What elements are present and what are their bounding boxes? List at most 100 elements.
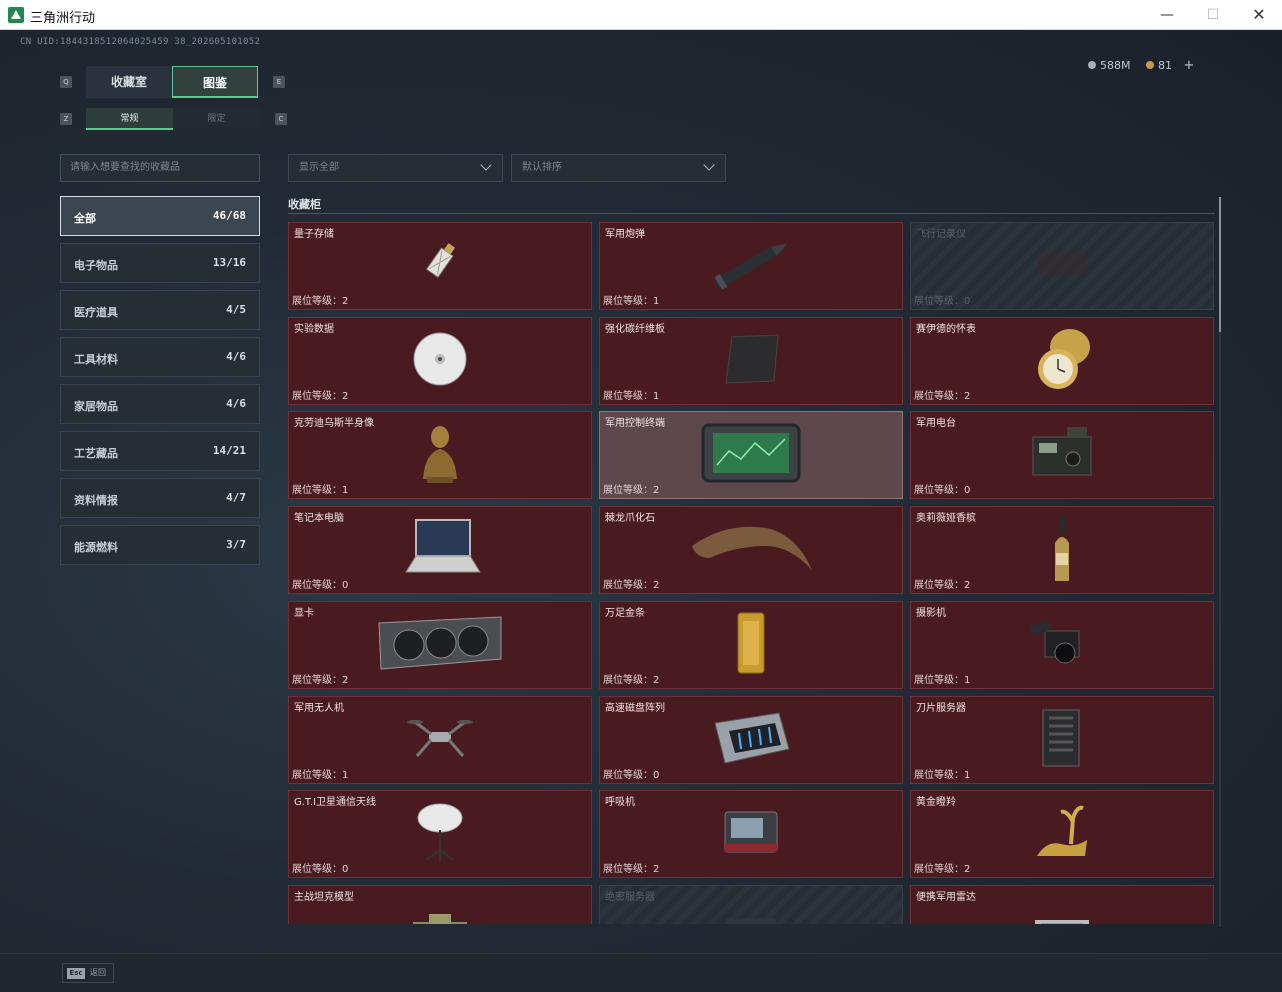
scrollbar-thumb[interactable] — [1219, 197, 1221, 332]
collection-card[interactable]: 强化碳纤维板 展位等级：1 — [599, 316, 903, 405]
collection-card[interactable]: 克劳迪乌斯半身像 展位等级：1 — [288, 411, 592, 500]
collection-card[interactable]: 万足金条 展位等级：2 — [599, 600, 903, 689]
key-hint-c: C — [275, 113, 287, 125]
category-item[interactable]: 全部 46/68 — [60, 196, 260, 236]
collection-card[interactable]: 笔记本电脑 展位等级：0 — [288, 506, 592, 595]
collection-card[interactable]: 显卡展位等级：2 — [288, 600, 592, 689]
maximize-button[interactable]: ☐ — [1190, 0, 1236, 30]
item-name: 黄金瞪羚 — [916, 797, 956, 809]
level-value: 2 — [964, 390, 971, 402]
show-filter-value: 显示全部 — [299, 162, 339, 173]
category-item[interactable]: 资料情报 4/7 — [60, 478, 260, 518]
category-count: 3/7 — [226, 538, 246, 551]
collection-card[interactable]: 军用炮弹 展位等级：1 — [599, 222, 903, 310]
collection-card[interactable]: 量子存储 展位等级：2 — [288, 222, 592, 310]
tab-atlas[interactable]: 图鉴 — [172, 66, 258, 98]
search-input[interactable]: 请输入想要查找的收藏品 — [60, 154, 260, 182]
category-item[interactable]: 能源燃料 3/7 — [60, 525, 260, 565]
item-name: 军用无人机 — [294, 702, 344, 714]
drone-icon — [405, 710, 475, 770]
item-name: 克劳迪乌斯半身像 — [294, 418, 374, 430]
level-prefix: 展位等级： — [292, 580, 342, 592]
collection-card[interactable]: 奥莉薇娅香槟 展位等级：2 — [910, 506, 1214, 595]
collection-card[interactable]: 呼吸机 展位等级：2 — [599, 790, 903, 879]
collection-card[interactable]: 绝密服务器 — [599, 884, 903, 924]
category-item[interactable]: 医疗道具 4/5 — [60, 290, 260, 330]
category-count: 46/68 — [212, 209, 246, 222]
bottom-bar: Esc 返回 — [0, 953, 1282, 992]
level-prefix: 展位等级： — [914, 580, 964, 592]
level-value: 1 — [653, 296, 660, 307]
category-item[interactable]: 工具材料 4/6 — [60, 337, 260, 377]
item-name: 飞行记录仪 — [916, 229, 966, 240]
control-terminal-icon — [699, 421, 803, 489]
item-level: 展位等级：2 — [914, 860, 970, 875]
item-level: 展位等级：1 — [914, 671, 970, 686]
collection-card[interactable]: 军用电台 展位等级：0 — [910, 411, 1214, 500]
item-level: 展位等级：0 — [292, 860, 348, 875]
collection-card[interactable]: 飞行记录仪 展位等级：0 — [910, 222, 1214, 310]
level-prefix: 展位等级： — [603, 769, 653, 781]
collection-card[interactable]: 军用无人机 展位等级：1 — [288, 695, 592, 784]
collection-card[interactable]: 实验数据 展位等级：2 — [288, 316, 592, 405]
app-logo-icon — [8, 7, 24, 23]
sort-value: 默认排序 — [522, 162, 562, 173]
collection-card[interactable]: 摄影机 展位等级：1 — [910, 600, 1214, 689]
category-item[interactable]: 工艺藏品 14/21 — [60, 431, 260, 471]
level-value: 1 — [342, 769, 349, 781]
item-name: 绝密服务器 — [605, 891, 655, 903]
gold-amount: 81 — [1158, 59, 1172, 72]
item-level: 展位等级：1 — [292, 481, 348, 496]
tab-limited[interactable]: 限定 — [173, 108, 260, 130]
sub-tabs: 常规 限定 — [86, 108, 260, 130]
sort-dropdown[interactable]: 默认排序 — [511, 154, 726, 182]
laptop-icon — [398, 516, 482, 584]
collection-card[interactable]: 主战坦克模型 — [288, 884, 592, 924]
item-level: 展位等级：1 — [603, 387, 659, 402]
level-value: 1 — [964, 674, 971, 686]
key-hint-e: E — [273, 76, 285, 88]
chevron-down-icon — [480, 159, 492, 171]
collection-card[interactable]: G.T.I卫星通信天线 展位等级：0 — [288, 790, 592, 879]
collection-card[interactable]: 黄金瞪羚展位等级：2 — [910, 790, 1214, 879]
gold-coin-icon — [1146, 61, 1154, 69]
level-value: 0 — [964, 296, 971, 307]
level-prefix: 展位等级： — [603, 390, 653, 402]
item-name: 显卡 — [294, 607, 314, 619]
item-name: 棘龙爪化石 — [605, 513, 655, 525]
silver-coin-icon — [1088, 61, 1096, 69]
item-level: 展位等级：2 — [603, 860, 659, 875]
collection-card[interactable]: 便携军用雷达 — [910, 884, 1214, 924]
item-level: 展位等级：2 — [292, 671, 348, 686]
level-value: 2 — [653, 485, 660, 497]
level-value: 1 — [342, 485, 349, 497]
close-button[interactable]: ✕ — [1236, 0, 1282, 30]
minimize-button[interactable]: — — [1144, 0, 1190, 30]
item-level: 展位等级：2 — [603, 671, 659, 686]
tank-model-icon — [405, 912, 475, 924]
item-name: 高速磁盘阵列 — [605, 702, 665, 714]
category-label: 全部 — [74, 212, 96, 225]
level-prefix: 展位等级： — [914, 769, 964, 781]
gold-bar-icon — [734, 611, 768, 679]
category-item[interactable]: 家居物品 4/6 — [60, 384, 260, 424]
collection-card[interactable]: 棘龙爪化石 展位等级：2 — [599, 506, 903, 595]
category-count: 4/6 — [226, 350, 246, 363]
chevron-down-icon — [703, 159, 715, 171]
show-filter-dropdown[interactable]: 显示全部 — [288, 154, 503, 182]
category-label: 工艺藏品 — [74, 447, 118, 460]
back-button[interactable]: Esc 返回 — [62, 963, 114, 983]
category-label: 工具材料 — [74, 353, 118, 366]
category-item[interactable]: 电子物品 13/16 — [60, 243, 260, 283]
collection-card[interactable]: 军用控制终端 展位等级：2 — [599, 411, 903, 500]
tab-collection-room[interactable]: 收藏室 — [86, 66, 172, 98]
tab-normal[interactable]: 常规 — [86, 108, 173, 130]
collection-card[interactable]: 赛伊德的怀表 展位等级：2 — [910, 316, 1214, 405]
item-name: 赛伊德的怀表 — [916, 323, 976, 335]
portable-radar-icon — [1027, 912, 1097, 924]
category-count: 13/16 — [212, 256, 246, 269]
collection-card[interactable]: 刀片服务器 展位等级：1 — [910, 695, 1214, 784]
collection-card[interactable]: 高速磁盘阵列 展位等级：0 — [599, 695, 903, 784]
item-level: 展位等级：2 — [914, 576, 970, 591]
add-currency-button[interactable]: + — [1184, 58, 1195, 73]
